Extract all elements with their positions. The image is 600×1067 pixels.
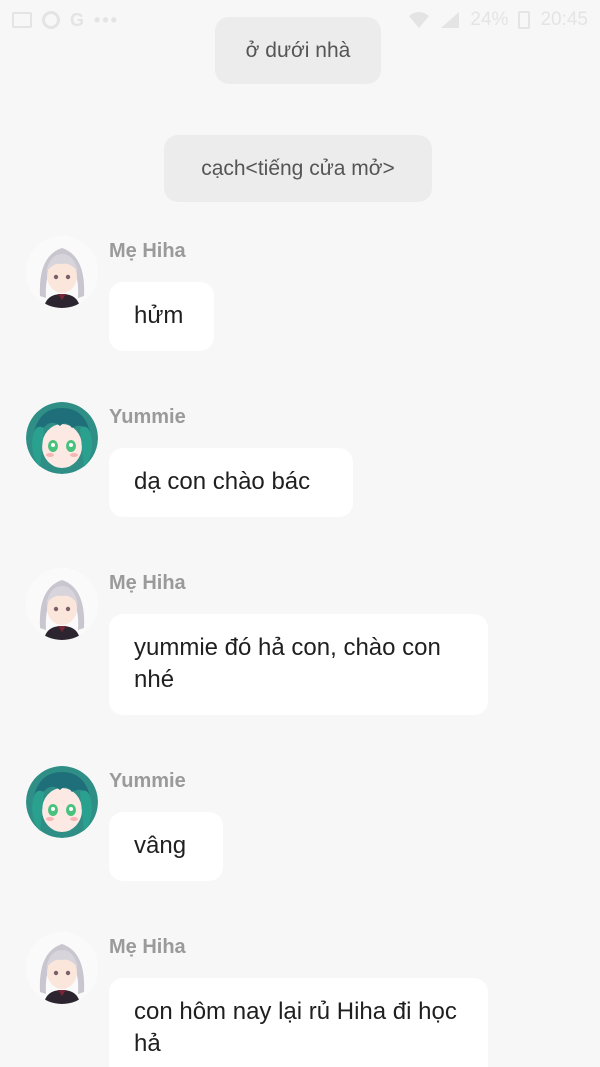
battery-icon <box>518 11 531 29</box>
message-bubble[interactable]: yummie đó hả con, chào con nhé <box>109 614 488 715</box>
status-right: 24% 20:45 <box>408 9 588 31</box>
green-hair-avatar[interactable] <box>26 766 98 838</box>
message-bubble[interactable]: con hôm nay lại rủ Hiha đi học hả <box>109 978 488 1067</box>
chat-screen: G ••• 24% 20:45 ở dưới nhà cạch<tiếng cử… <box>0 0 600 1067</box>
sender-name: Yummie <box>109 406 186 428</box>
status-left: G ••• <box>12 10 119 31</box>
more-icon: ••• <box>94 9 119 30</box>
whatsapp-icon <box>42 11 60 29</box>
image-icon <box>12 12 32 28</box>
signal-icon <box>441 12 460 28</box>
google-icon: G <box>70 10 85 30</box>
silver-hair-avatar[interactable] <box>26 568 98 640</box>
battery-percent: 24% <box>470 9 509 30</box>
sender-name: Mẹ Hiha <box>109 240 186 262</box>
message-bubble[interactable]: dạ con chào bác <box>109 448 353 517</box>
message-bubble[interactable]: hửm <box>109 282 214 351</box>
sender-name: Mẹ Hiha <box>109 936 186 958</box>
silver-hair-avatar[interactable] <box>26 236 98 308</box>
clock: 20:45 <box>540 9 588 30</box>
green-hair-avatar[interactable] <box>26 402 98 474</box>
sender-name: Yummie <box>109 770 186 792</box>
wifi-icon <box>409 12 430 28</box>
sender-name: Mẹ Hiha <box>109 572 186 594</box>
system-notice: cạch<tiếng cửa mở> <box>164 135 432 202</box>
system-notice: ở dưới nhà <box>215 17 381 84</box>
message-bubble[interactable]: vâng <box>109 812 223 881</box>
silver-hair-avatar[interactable] <box>26 932 98 1004</box>
